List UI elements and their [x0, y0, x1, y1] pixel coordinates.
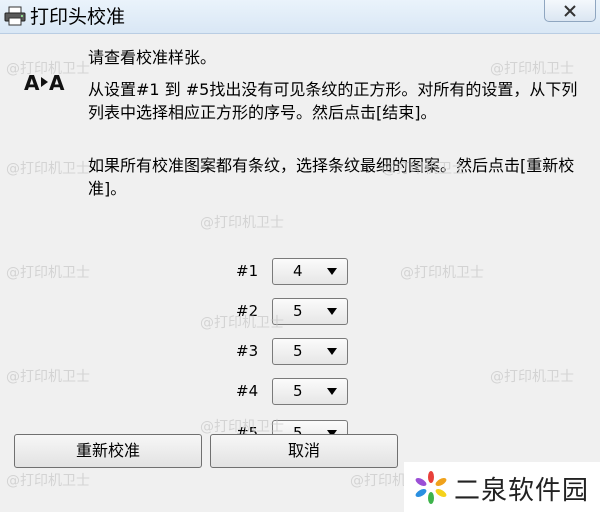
- setting-label: #3: [236, 342, 259, 360]
- instruction-paragraph-2: 如果所有校准图案都有条纹，选择条纹最细的图案。然后点击[重新校准]。: [88, 156, 575, 198]
- watermark-text: @打印机卫士: [382, 161, 466, 177]
- setting-label: #1: [236, 262, 259, 280]
- watermark-text: @打印机卫士: [6, 369, 90, 385]
- chevron-down-icon: [327, 268, 337, 275]
- setting-row-3: #3 5: [236, 338, 356, 366]
- instruction-paragraph-1: 从设置#1 到 #5找出没有可见条纹的正方形。对所有的设置，从下列列表中选择相应…: [88, 80, 578, 122]
- watermark-text: @打印机卫士: [400, 265, 484, 281]
- printer-icon: [4, 6, 28, 26]
- setting-1-dropdown[interactable]: 4: [272, 258, 348, 285]
- watermark-text: @打印机卫士: [6, 61, 90, 77]
- watermark-text: @打印机卫士: [490, 61, 574, 77]
- cancel-button[interactable]: 取消: [210, 434, 398, 468]
- setting-4-dropdown[interactable]: 5: [272, 378, 348, 405]
- dropdown-value: 5: [293, 382, 303, 400]
- watermark-text: @打印机卫士: [6, 265, 90, 281]
- window-title: 打印头校准: [30, 6, 126, 28]
- setting-row-1: #1 4: [236, 258, 356, 286]
- title-bar: 打印头校准: [0, 0, 600, 34]
- pinwheel-logo-icon: [414, 470, 448, 508]
- chevron-down-icon: [327, 348, 337, 355]
- chevron-down-icon: [327, 308, 337, 315]
- watermark-text: @打印机卫士: [200, 315, 284, 331]
- recalibrate-button[interactable]: 重新校准: [14, 434, 202, 468]
- close-icon: [564, 5, 576, 17]
- print-head-alignment-dialog: 打印头校准 请查看校准样张。 A A 从设置#1 到 #5找出没有可见条纹的正方…: [0, 0, 600, 512]
- watermark-text: @打印机卫士: [6, 161, 90, 177]
- close-button[interactable]: [544, 0, 596, 22]
- instruction-heading: 请查看校准样张。: [88, 48, 217, 67]
- chevron-down-icon: [327, 388, 337, 395]
- watermark-text: @打印机卫士: [200, 215, 284, 231]
- watermark-text: @打印机卫士: [200, 419, 284, 435]
- dropdown-value: 5: [293, 342, 303, 360]
- setting-label: #4: [236, 382, 259, 400]
- watermark-text: @打印机卫士: [6, 473, 90, 489]
- brand-badge: 二泉软件园: [404, 462, 600, 512]
- watermark-text: @打印机卫士: [490, 369, 574, 385]
- dropdown-value: 4: [293, 262, 303, 280]
- setting-row-4: #4 5: [236, 378, 356, 406]
- dropdown-value: 5: [293, 302, 303, 320]
- brand-name: 二泉软件园: [454, 476, 590, 506]
- setting-3-dropdown[interactable]: 5: [272, 338, 348, 365]
